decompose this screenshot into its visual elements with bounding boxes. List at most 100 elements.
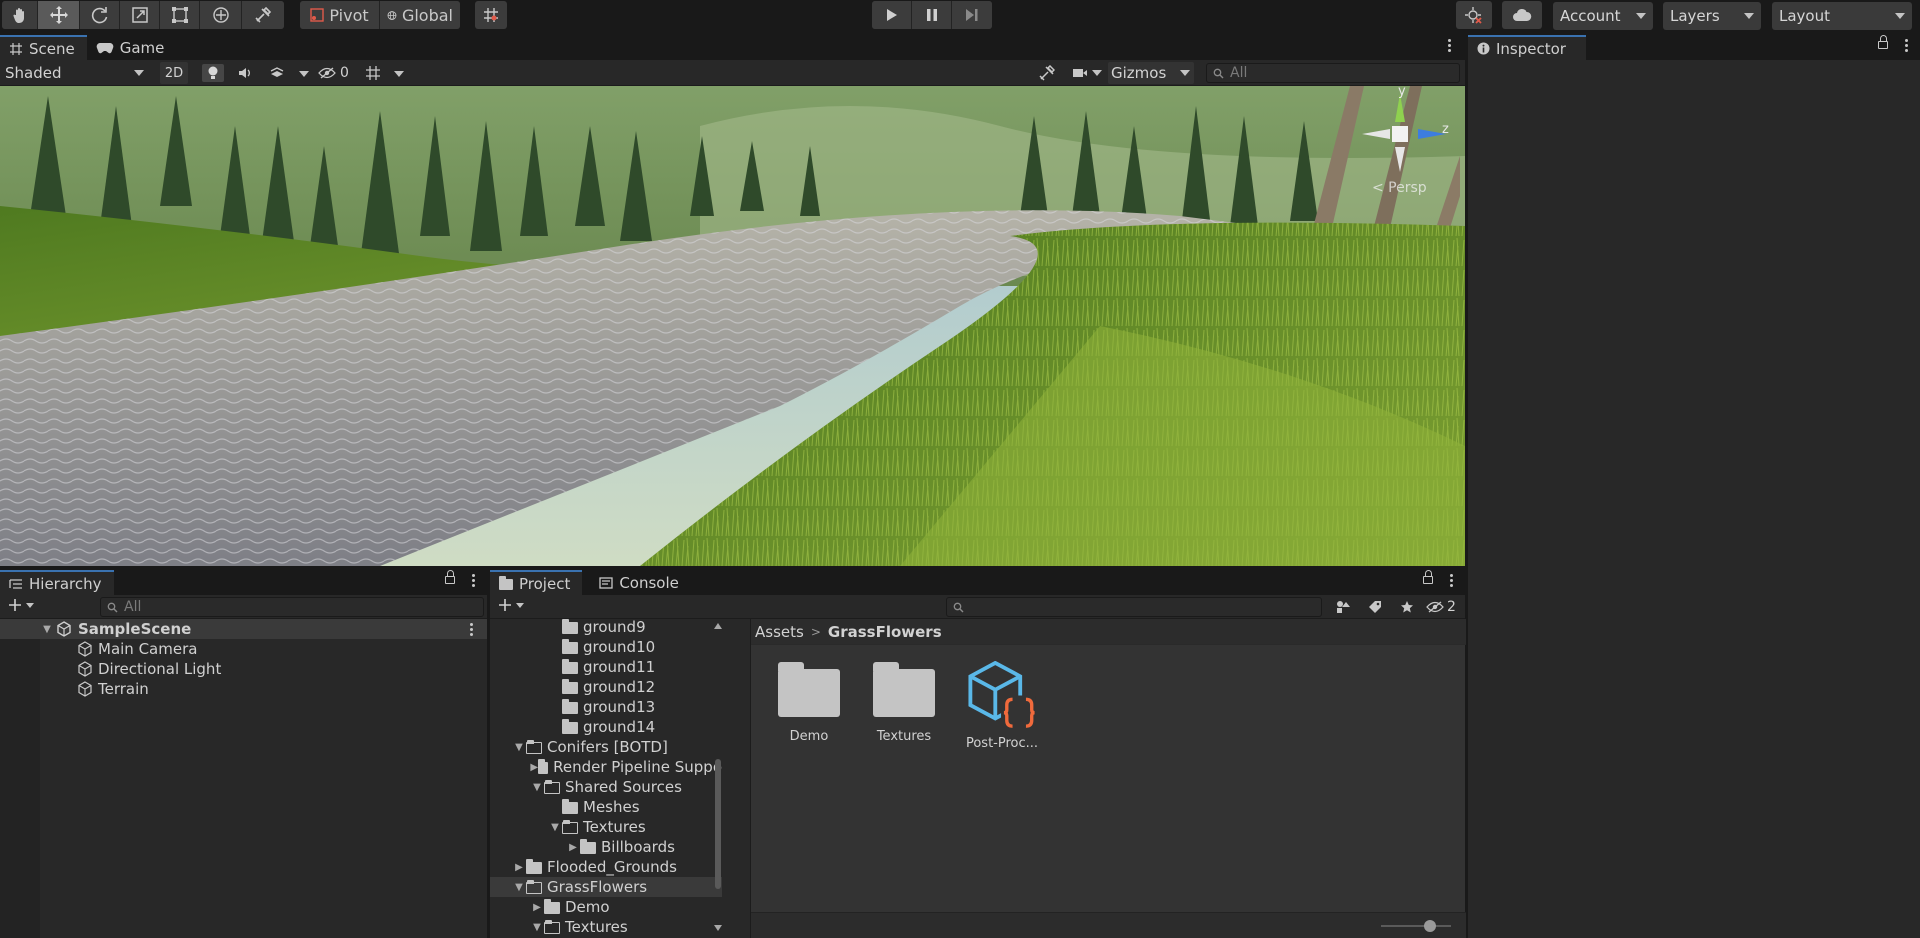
cloud-icon[interactable] <box>1502 1 1542 29</box>
folder-open-icon <box>544 920 560 934</box>
lock-icon[interactable] <box>1878 35 1888 49</box>
tree-item[interactable]: ▼ Textures <box>490 817 722 837</box>
lock-icon[interactable] <box>445 570 455 584</box>
expanded-arrow-icon[interactable]: ▼ <box>512 742 526 753</box>
expanded-arrow-icon[interactable]: ▼ <box>530 922 544 933</box>
collapsed-arrow-icon[interactable]: ▶ <box>566 842 580 853</box>
play-icon[interactable] <box>872 1 912 29</box>
more-options-icon[interactable] <box>471 574 475 587</box>
pause-icon[interactable] <box>912 1 952 29</box>
collapsed-arrow-icon[interactable]: ▶ <box>530 762 538 773</box>
tab-project[interactable]: Project <box>490 570 583 595</box>
tree-item[interactable]: ▶ Billboards <box>490 837 722 857</box>
hand-tool-icon[interactable] <box>2 1 38 29</box>
asset-item-textures[interactable]: Textures <box>868 661 940 751</box>
tree-item[interactable]: ground9 <box>490 619 722 637</box>
tools-icon[interactable] <box>1036 64 1058 82</box>
create-button[interactable] <box>8 598 34 612</box>
tab-game[interactable]: Game <box>87 35 177 60</box>
list-icon <box>9 578 22 589</box>
hierarchy-item[interactable]: Main Camera <box>0 639 487 659</box>
scroll-thumb[interactable] <box>715 759 721 889</box>
gizmos-dropdown[interactable]: Gizmos <box>1108 62 1194 84</box>
create-asset-button[interactable] <box>498 598 524 612</box>
tree-item[interactable]: ground11 <box>490 657 722 677</box>
expanded-arrow-icon[interactable]: ▼ <box>512 882 526 893</box>
expand-arrow-icon[interactable]: ▼ <box>40 624 54 635</box>
layout-dropdown[interactable]: Layout <box>1772 2 1912 30</box>
audio-icon[interactable] <box>234 64 256 82</box>
tree-item[interactable]: ▼ Conifers [BOTD] <box>490 737 722 757</box>
tab-scene[interactable]: Scene <box>0 35 87 60</box>
rect-tool-icon[interactable] <box>160 1 200 29</box>
custom-tool-icon[interactable] <box>242 1 284 29</box>
tab-inspector[interactable]: Inspector <box>1468 35 1586 60</box>
hidden-packages-toggle[interactable]: 2 <box>1426 598 1456 616</box>
account-dropdown[interactable]: Account <box>1553 2 1653 30</box>
pivot-button[interactable]: Pivot <box>300 1 380 29</box>
collab-icon[interactable] <box>1456 1 1492 29</box>
chevron-down-icon[interactable] <box>299 71 309 77</box>
more-options-icon[interactable] <box>1449 574 1453 587</box>
breadcrumb-root[interactable]: Assets <box>755 623 804 641</box>
more-options-icon[interactable] <box>1904 39 1908 52</box>
tree-item[interactable]: Meshes <box>490 797 722 817</box>
hierarchy-title: Hierarchy <box>29 574 102 593</box>
lock-icon[interactable] <box>1423 570 1433 584</box>
scene-search-input[interactable]: All <box>1206 63 1460 83</box>
asset-item-post-processing[interactable]: Post-Proc... <box>959 661 1045 751</box>
filter-by-label-icon[interactable] <box>1362 598 1388 616</box>
breadcrumb-current[interactable]: GrassFlowers <box>828 623 942 641</box>
expanded-arrow-icon[interactable]: ▼ <box>548 822 562 833</box>
tree-item[interactable]: ▶ Flooded_Grounds <box>490 857 722 877</box>
zoom-slider-thumb[interactable] <box>1424 920 1436 932</box>
hierarchy-item[interactable]: Terrain <box>0 679 487 699</box>
layers-dropdown[interactable]: Layers <box>1663 2 1761 30</box>
camera-settings-button[interactable] <box>1070 64 1104 82</box>
tree-item[interactable]: ground14 <box>490 717 722 737</box>
more-options-icon[interactable] <box>469 622 473 636</box>
collapsed-arrow-icon[interactable]: ▶ <box>512 862 526 873</box>
orientation-gizmo[interactable]: y z < Persp <box>1362 86 1458 196</box>
grid-toggle-icon[interactable] <box>362 64 384 82</box>
tree-scrollbar[interactable] <box>714 619 722 938</box>
hierarchy-item[interactable]: Directional Light <box>0 659 487 679</box>
scroll-down-icon[interactable] <box>714 925 722 931</box>
effects-icon[interactable] <box>266 64 288 82</box>
hierarchy-search-input[interactable]: All <box>100 597 484 617</box>
transform-tool-icon[interactable] <box>200 1 242 29</box>
projection-label[interactable]: < Persp <box>1372 180 1427 196</box>
tree-item[interactable]: ▶ Demo <box>490 897 722 917</box>
more-options-icon[interactable] <box>1447 39 1451 52</box>
scene-row[interactable]: ▼ SampleScene <box>0 619 487 639</box>
filter-by-type-icon[interactable] <box>1330 598 1356 616</box>
grid-snap-icon[interactable] <box>475 1 507 29</box>
scroll-up-icon[interactable] <box>714 623 722 629</box>
favorites-star-icon[interactable] <box>1394 598 1420 616</box>
tree-item[interactable]: ▼ Shared Sources <box>490 777 722 797</box>
tree-item[interactable]: ▼ Textures <box>490 917 722 937</box>
rotate-tool-icon[interactable] <box>80 1 120 29</box>
move-tool-icon[interactable] <box>38 1 80 29</box>
tree-item[interactable]: ground10 <box>490 637 722 657</box>
tree-item[interactable]: ground12 <box>490 677 722 697</box>
scale-tool-icon[interactable] <box>120 1 160 29</box>
chevron-down-icon[interactable] <box>394 71 404 77</box>
global-button[interactable]: Global <box>380 1 460 29</box>
tree-item[interactable]: ground13 <box>490 697 722 717</box>
tree-item[interactable]: ▼ GrassFlowers <box>490 877 722 897</box>
lighting-icon[interactable] <box>202 64 224 82</box>
tab-hierarchy[interactable]: Hierarchy <box>0 570 114 595</box>
expanded-arrow-icon[interactable]: ▼ <box>530 782 544 793</box>
collapsed-arrow-icon[interactable]: ▶ <box>530 902 544 913</box>
step-icon[interactable] <box>952 1 992 29</box>
tab-console[interactable]: Console <box>590 570 691 595</box>
shading-mode-dropdown[interactable]: Shaded <box>0 62 150 84</box>
scene-visibility-toggle[interactable]: 0 <box>318 64 349 82</box>
asset-item-demo[interactable]: Demo <box>773 661 845 751</box>
toggle-2d-button[interactable]: 2D <box>160 62 188 84</box>
project-search-input[interactable] <box>946 597 1322 617</box>
scene-viewport[interactable]: y z < Persp <box>0 86 1465 566</box>
zoom-slider[interactable] <box>1381 925 1451 927</box>
tree-item[interactable]: ▶ Render Pipeline Suppo <box>490 757 722 777</box>
